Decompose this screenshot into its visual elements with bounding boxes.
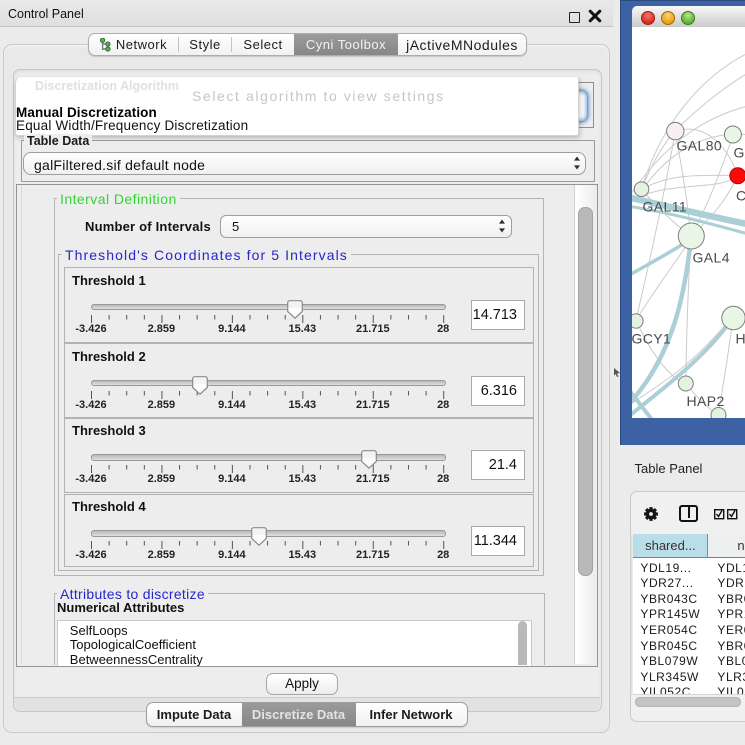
svg-text:GAL4: GAL4 [692,250,729,266]
svg-text:H: H [735,331,745,347]
svg-text:GA: GA [733,145,745,161]
svg-text:HAP2: HAP2 [686,393,724,409]
svg-text:GAL80: GAL80 [676,138,722,154]
svg-text:C: C [736,188,745,204]
svg-text:GCY1: GCY1 [632,331,671,347]
svg-text:GAL11: GAL11 [642,199,687,215]
